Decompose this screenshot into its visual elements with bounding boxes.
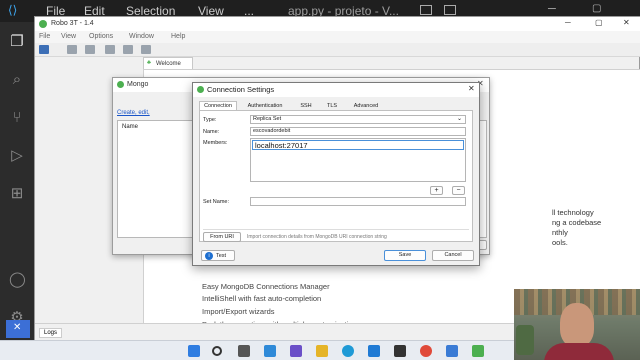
connection-tab-panel: Type: Replica Set ⌄ Name: escovadordebit… [199,110,473,242]
person-face [560,303,594,347]
tab-logs[interactable]: Logs [39,328,63,338]
robo-minimize-icon[interactable]: ─ [565,18,571,27]
robo-menu-options[interactable]: Options [89,33,113,40]
welcome-bullet: IntelliShell with fast auto-completion [202,294,322,303]
test-button-label: Test [216,253,227,259]
dialog-title: Connection Settings [207,85,275,94]
set-name-label: Set Name: [203,199,229,205]
source-control-icon[interactable]: ⑂ [9,110,25,126]
member-host[interactable]: localhost:27017 [255,141,308,150]
minimize-icon[interactable]: ─ [548,3,556,15]
robo-title: Robo 3T - 1.4 [51,20,94,27]
remote-icon: ✕ [13,322,22,333]
search-taskbar-icon[interactable] [212,346,222,356]
robo3t-taskbar-icon[interactable] [472,345,484,357]
dialog-titlebar: Connection Settings ✕ [193,83,479,97]
welcome-text-line: nthly [552,228,568,237]
welcome-tab-label: Welcome [156,61,181,67]
tab-welcome[interactable]: ♣ Welcome [143,57,193,69]
name-input-value: escovadordebit [253,128,291,134]
account-icon[interactable]: ◯ [9,272,26,288]
person-shirt [544,343,614,360]
files-icon[interactable]: ❐ [9,34,25,50]
robo-titlebar: Robo 3T - 1.4 ─ ▢ ✕ [35,17,640,31]
type-select[interactable]: Replica Set ⌄ [250,115,466,124]
webcam-overlay [514,289,640,360]
info-icon: i [205,252,213,260]
stop-icon[interactable] [123,45,133,54]
orientation-icon[interactable] [141,45,151,54]
task-view-icon[interactable] [238,345,250,357]
search-icon[interactable]: ⌕ [9,72,25,88]
robo-close-icon[interactable]: ✕ [623,18,630,27]
dialog-close-icon[interactable]: ✕ [468,84,475,93]
robo-menu-file[interactable]: File [39,33,50,40]
robo-menubar: File View Options Window Help [35,31,640,43]
connections-name-column: Name [122,124,139,130]
execute-icon[interactable] [105,45,115,54]
vscode-logo-icon: ⟨⟩ [8,3,18,17]
edge-icon[interactable] [342,345,354,357]
connect-icon[interactable] [39,45,49,54]
welcome-bullet: Easy MongoDB Connections Manager [202,282,330,291]
robo-menu-view[interactable]: View [61,33,76,40]
robo-logo-icon [39,20,47,28]
from-uri-button[interactable]: From URI [203,232,241,242]
dialog-logo-icon [197,86,204,93]
from-uri-hint: Import connection details from MongoDB U… [247,234,387,240]
name-label: Name: [203,129,220,135]
connections-logo-icon [117,81,124,88]
terminal-icon[interactable] [394,345,406,357]
extensions-icon[interactable]: ⊞ [9,186,25,202]
members-list[interactable]: localhost:27017 [250,138,466,182]
windows-start-icon[interactable] [188,345,200,357]
type-label: Type: [203,117,217,123]
uri-row: From URI Import connection details from … [203,229,469,242]
welcome-text-line: ll technology [552,208,594,217]
layout-icon[interactable] [420,5,432,15]
type-select-value: Replica Set [253,116,282,122]
app-icon[interactable] [446,345,458,357]
welcome-bullet: Import/Export wizards [202,307,275,316]
welcome-text-line: ng a codebase [552,218,602,227]
remove-member-button[interactable]: − [452,186,465,195]
file-explorer-icon[interactable] [316,345,328,357]
member-row[interactable]: localhost:27017 [252,140,464,150]
remote-indicator[interactable]: ✕ [6,320,30,338]
connections-create-link[interactable]: Create, edit, [117,110,150,116]
save-button[interactable]: Save [384,250,426,261]
teams-icon[interactable] [290,345,302,357]
welcome-text-line: ools. [552,238,568,247]
panel-icon[interactable] [444,5,456,15]
name-input[interactable]: escovadordebit [250,127,466,136]
save-icon[interactable] [85,45,95,54]
activity-bar: ❐ ⌕ ⑂ ▷ ⊞ ◯ ⚙ [0,22,34,340]
maximize-icon[interactable]: ▢ [592,3,601,14]
plant [516,325,534,355]
robo-menu-help[interactable]: Help [171,33,185,40]
robo-maximize-icon[interactable]: ▢ [595,18,603,27]
connections-title: Mongo [127,81,149,88]
robo-menu-window[interactable]: Window [129,33,154,40]
vscode-taskbar-icon[interactable] [368,345,380,357]
set-name-input[interactable] [250,197,466,206]
test-button[interactable]: i Test [201,250,235,261]
add-member-button[interactable]: + [430,186,443,195]
cancel-button[interactable]: Cancel [432,250,474,261]
open-icon[interactable] [67,45,77,54]
widgets-icon[interactable] [264,345,276,357]
members-label: Members: [203,140,228,146]
run-debug-icon[interactable]: ▷ [9,148,25,164]
robo-toolbar [35,43,640,57]
connection-settings-dialog: Connection Settings ✕ Connection Authent… [192,82,480,266]
chevron-down-icon: ⌄ [457,116,463,122]
chrome-icon[interactable] [420,345,432,357]
welcome-leaf-icon: ♣ [147,60,151,66]
